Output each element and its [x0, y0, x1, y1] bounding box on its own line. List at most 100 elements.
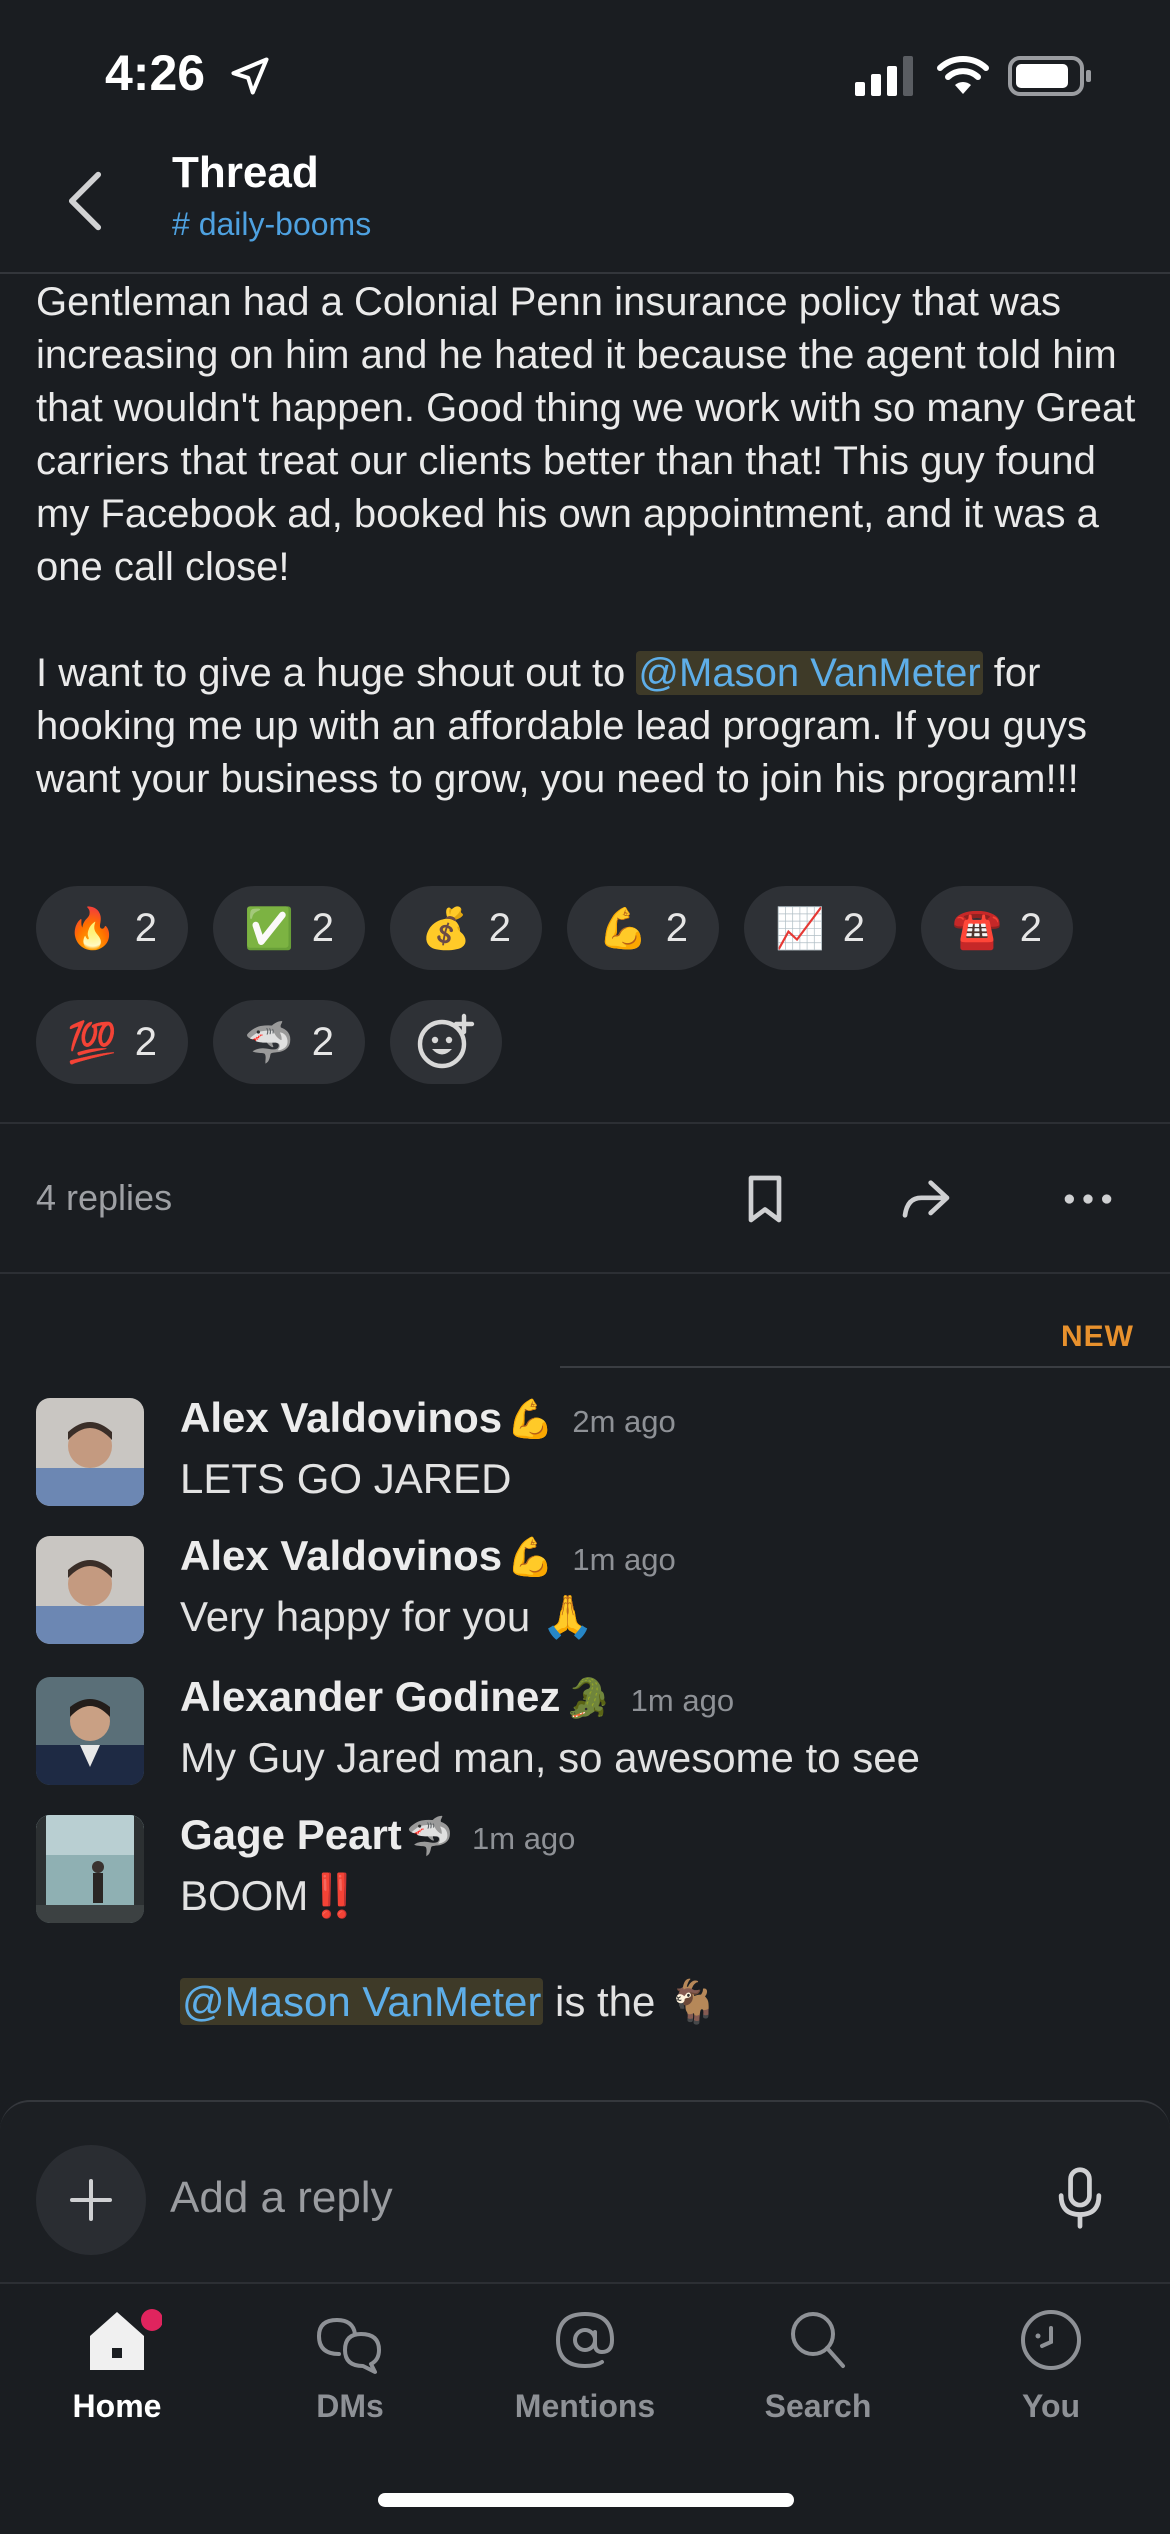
attach-button[interactable] — [36, 2145, 146, 2255]
reply-text: My Guy Jared man, so awesome to see — [180, 1734, 920, 1781]
reaction-shark[interactable]: 🦈 2 — [213, 1000, 365, 1084]
new-messages-line — [560, 1366, 1170, 1368]
flexed-biceps-icon: 💪 — [597, 906, 648, 951]
replies-count: 4 replies — [36, 1177, 173, 1218]
reaction-fire[interactable]: 🔥 2 — [36, 886, 188, 970]
bookmark-icon[interactable] — [737, 1171, 793, 1227]
dms-icon — [316, 2317, 381, 2374]
chart-increasing-icon: 📈 — [774, 906, 825, 951]
reaction-count: 2 — [311, 1019, 335, 1064]
share-arrow-icon[interactable] — [898, 1171, 954, 1227]
microphone-icon[interactable] — [1055, 2165, 1105, 2231]
tab-label: Search — [764, 2388, 872, 2424]
divider — [0, 1272, 1170, 1274]
reply-input[interactable] — [168, 2162, 972, 2234]
author-name[interactable]: Alex Valdovinos — [180, 1394, 502, 1441]
reaction-count: 2 — [311, 905, 335, 950]
reply-header: Alexander Godinez 🐊 1m ago — [180, 1673, 734, 1721]
search-icon — [791, 2312, 845, 2368]
reply-header: Alex Valdovinos 💪 1m ago — [180, 1532, 676, 1580]
timestamp: 2m ago — [572, 1404, 676, 1439]
home-icon — [90, 2309, 162, 2370]
avatar-photo — [36, 1398, 144, 1506]
channel-name: daily-booms — [198, 206, 372, 242]
home-indicator — [378, 2493, 794, 2507]
money-bag-icon: 💰 — [420, 906, 471, 951]
reaction-count: 2 — [842, 905, 866, 950]
avatar[interactable] — [36, 1677, 144, 1785]
mentions-icon — [555, 2311, 615, 2369]
reply-text-continuation: @Mason VanMeter is the 🐐 — [180, 1978, 719, 2027]
battery-icon — [1008, 56, 1091, 96]
message-paragraph: Gentleman had a Colonial Penn insurance … — [36, 280, 1136, 589]
avatar[interactable] — [36, 1398, 144, 1506]
more-options-icon[interactable] — [1060, 1171, 1116, 1227]
reply-text: is the 🐐 — [543, 1978, 720, 2025]
avatar[interactable] — [36, 1536, 144, 1644]
message-text: I want to give a huge shout out to — [36, 651, 637, 695]
tab-search[interactable]: Search — [718, 2300, 918, 2425]
avatar[interactable] — [36, 1815, 144, 1923]
reaction-count: 2 — [665, 905, 689, 950]
tab-label: DMs — [316, 2388, 384, 2424]
shark-icon: 🦈 — [243, 1020, 294, 1065]
timestamp: 1m ago — [572, 1542, 676, 1577]
reaction-hundred[interactable]: 💯 2 — [36, 1000, 188, 1084]
message-paragraph: I want to give a huge shout out to @Maso… — [36, 647, 1146, 806]
fire-icon: 🔥 — [66, 906, 117, 951]
wifi-icon — [937, 56, 989, 94]
reaction-chart-up[interactable]: 📈 2 — [744, 886, 896, 970]
reply-header: Gage Peart 🦈 1m ago — [180, 1811, 575, 1859]
status-time: 4:26 — [105, 45, 206, 101]
reply-header: Alex Valdovinos 💪 2m ago — [180, 1394, 676, 1442]
reaction-money-bag[interactable]: 💰 2 — [390, 886, 542, 970]
back-chevron-icon[interactable] — [60, 168, 110, 234]
tab-you[interactable]: You — [951, 2300, 1151, 2425]
thread-title: Thread — [172, 148, 319, 197]
author-name[interactable]: Alexander Godinez — [180, 1673, 560, 1720]
telephone-icon: ☎️ — [951, 906, 1002, 951]
add-emoji-icon — [417, 1013, 475, 1069]
shark-icon: 🦈 — [406, 1816, 454, 1858]
tab-label: You — [1021, 2388, 1081, 2424]
add-reaction-button[interactable] — [390, 1000, 502, 1084]
tab-label: Home — [72, 2388, 162, 2424]
channel-hash: # — [172, 206, 190, 242]
user-mention[interactable]: @Mason VanMeter — [636, 651, 983, 695]
reply-text: Very happy for you 🙏 — [180, 1593, 595, 1640]
user-mention[interactable]: @Mason VanMeter — [180, 1978, 544, 2025]
avatar-photo — [36, 1677, 144, 1785]
reply-text: BOOM‼️ — [180, 1872, 361, 1919]
flexed-biceps-icon: 💪 — [506, 1399, 554, 1441]
reaction-flexed-biceps[interactable]: 💪 2 — [567, 886, 719, 970]
you-status-icon — [1021, 2310, 1081, 2370]
reaction-telephone[interactable]: ☎️ 2 — [921, 886, 1073, 970]
timestamp: 1m ago — [472, 1821, 576, 1856]
check-mark-icon: ✅ — [243, 906, 294, 951]
parent-message-body: Gentleman had a Colonial Penn insurance … — [36, 276, 1146, 806]
reaction-check[interactable]: ✅ 2 — [213, 886, 365, 970]
divider — [0, 1122, 1170, 1124]
reply-text: LETS GO JARED — [180, 1455, 512, 1502]
tab-home[interactable]: Home — [17, 2300, 217, 2425]
reaction-count: 2 — [134, 905, 158, 950]
plus-icon — [70, 2179, 112, 2221]
tab-dms[interactable]: DMs — [250, 2300, 450, 2425]
tab-mentions[interactable]: Mentions — [485, 2300, 685, 2425]
tab-label: Mentions — [514, 2388, 656, 2424]
new-messages-label: NEW — [1061, 1320, 1134, 1353]
reaction-count: 2 — [134, 1019, 158, 1064]
reaction-count: 2 — [488, 905, 512, 950]
crocodile-icon: 🐊 — [564, 1678, 613, 1720]
avatar-photo — [36, 1815, 144, 1923]
location-arrow-icon — [231, 57, 269, 95]
author-name[interactable]: Gage Peart — [180, 1811, 402, 1858]
hundred-points-icon: 💯 — [66, 1020, 117, 1065]
avatar-photo — [36, 1536, 144, 1644]
reaction-count: 2 — [1019, 905, 1043, 950]
cellular-signal-icon — [855, 56, 913, 96]
channel-link[interactable]: # daily-booms — [172, 206, 371, 243]
flexed-biceps-icon: 💪 — [506, 1537, 554, 1579]
author-name[interactable]: Alex Valdovinos — [180, 1532, 502, 1579]
timestamp: 1m ago — [630, 1683, 735, 1718]
